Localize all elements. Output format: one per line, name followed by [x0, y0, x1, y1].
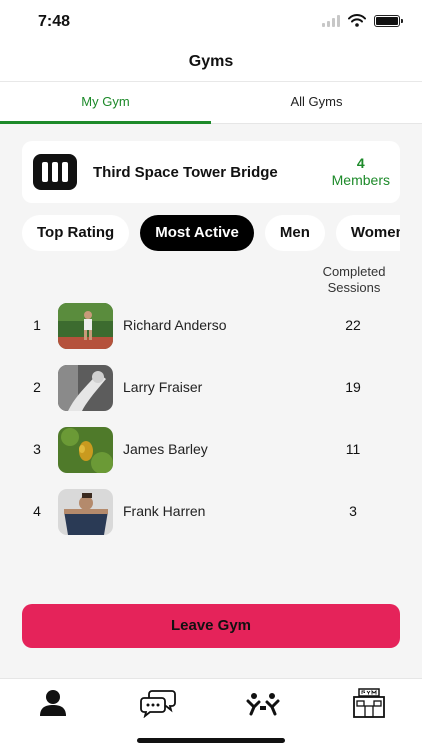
member-count: 4 — [356, 155, 365, 171]
rank: 4 — [33, 503, 41, 519]
leaderboard-row[interactable]: 1 Richard Anderso 22 — [0, 303, 422, 349]
gym-name: Third Space Tower Bridge — [93, 163, 278, 181]
leaderboard-row[interactable]: 4 Frank Harren 3 — [0, 489, 422, 535]
status-bar: 7:48 — [0, 0, 422, 44]
sessions-count: 19 — [345, 379, 361, 395]
tab-my-gym[interactable]: My Gym — [0, 82, 211, 124]
avatar — [58, 427, 113, 473]
battery-icon — [374, 14, 403, 27]
gym-card[interactable]: Third Space Tower Bridge 4 Members — [22, 141, 400, 203]
gym-logo — [33, 154, 77, 190]
sessions-count: 11 — [345, 441, 361, 457]
status-time: 7:48 — [38, 13, 71, 30]
nav-workout[interactable] — [243, 687, 283, 719]
filter-women[interactable]: Women — [335, 215, 400, 251]
wifi-icon — [348, 14, 366, 27]
player-name: Richard Anderso — [123, 317, 227, 333]
profile-icon — [40, 690, 66, 716]
cellular-signal-icon — [322, 14, 340, 27]
filter-top-rating[interactable]: Top Rating — [22, 215, 130, 251]
avatar — [58, 365, 113, 411]
filter-men[interactable]: Men — [264, 215, 325, 251]
avatar — [58, 303, 113, 349]
home-indicator — [137, 738, 285, 743]
chat-icon — [140, 690, 176, 718]
sessions-count: 22 — [345, 317, 361, 333]
rank: 3 — [33, 441, 41, 457]
player-name: James Barley — [123, 441, 208, 457]
leave-gym-button[interactable]: Leave Gym — [22, 604, 400, 648]
column-header-sessions: Completed Sessions — [322, 264, 386, 295]
nav-chat[interactable] — [138, 687, 178, 719]
gym-tabs: My Gym All Gyms — [0, 82, 422, 124]
filter-chips: Top Rating Most Active Men Women — [22, 215, 400, 251]
nav-gym[interactable] — [349, 687, 389, 719]
leaderboard-row[interactable]: 3 James Barley 11 — [0, 427, 422, 473]
sessions-count: 3 — [349, 503, 357, 519]
nav-header: Gyms — [0, 44, 422, 82]
member-label: Members — [331, 172, 390, 188]
player-name: Frank Harren — [123, 503, 206, 519]
leaderboard-row[interactable]: 2 Larry Fraiser 19 — [0, 365, 422, 411]
rank: 2 — [33, 379, 41, 395]
player-name: Larry Fraiser — [123, 379, 203, 395]
status-icons — [322, 14, 403, 27]
gym-members: 4 Members — [332, 155, 390, 189]
avatar — [58, 489, 113, 535]
filter-most-active[interactable]: Most Active — [140, 215, 254, 251]
workout-icon — [246, 693, 280, 716]
gym-building-icon — [353, 688, 385, 718]
nav-profile[interactable] — [33, 687, 73, 719]
rank: 1 — [33, 317, 41, 333]
tab-all-gyms[interactable]: All Gyms — [211, 82, 422, 123]
page-title: Gyms — [188, 53, 234, 70]
